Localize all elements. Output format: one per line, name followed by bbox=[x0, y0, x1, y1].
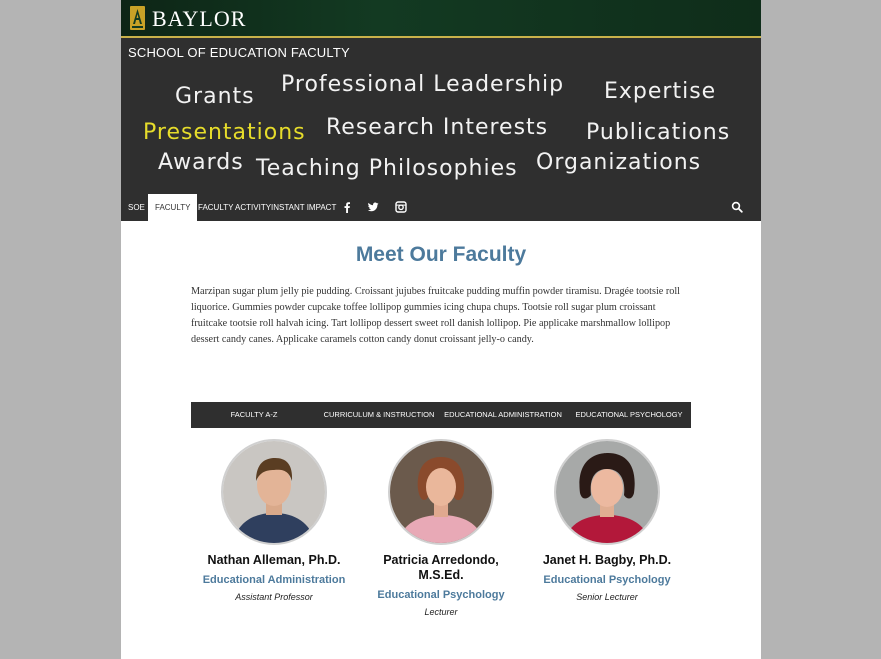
nav-instant-impact[interactable]: INSTANT IMPACT bbox=[271, 194, 336, 221]
avatar[interactable] bbox=[388, 439, 494, 545]
school-title: SCHOOL OF EDUCATION FACULTY bbox=[128, 45, 350, 60]
tab-educational-psychology[interactable]: EDUCATIONAL PSYCHOLOGY bbox=[573, 402, 685, 428]
word-awards: Awards bbox=[158, 150, 244, 175]
tab-educational-administration[interactable]: EDUCATIONAL ADMINISTRATION bbox=[443, 402, 563, 428]
faculty-card: Nathan Alleman, Ph.D. Educational Admini… bbox=[199, 439, 349, 602]
header-banner: SCHOOL OF EDUCATION FACULTY Grants Profe… bbox=[121, 38, 761, 194]
faculty-department[interactable]: Educational Administration bbox=[199, 573, 349, 588]
faculty-role: Senior Lecturer bbox=[576, 592, 638, 602]
faculty-role: Assistant Professor bbox=[235, 592, 313, 602]
faculty-role: Lecturer bbox=[424, 607, 458, 617]
word-grants: Grants bbox=[175, 84, 255, 109]
brand-bar: BAYLOR bbox=[121, 0, 761, 38]
tab-faculty-a-z[interactable]: FACULTY A-Z bbox=[191, 402, 317, 428]
page: BAYLOR SCHOOL OF EDUCATION FACULTY Grant… bbox=[121, 0, 761, 659]
faculty-department[interactable]: Educational Psychology bbox=[366, 588, 516, 603]
faculty-department[interactable]: Educational Psychology bbox=[532, 573, 682, 588]
word-expertise: Expertise bbox=[604, 79, 717, 104]
intro-paragraph: Marzipan sugar plum jelly pie pudding. C… bbox=[191, 286, 680, 345]
faculty-card: Janet H. Bagby, Ph.D. Educational Psycho… bbox=[532, 439, 682, 602]
faculty-filter-tabs: FACULTY A-Z CURRICULUM & INSTRUCTION EDU… bbox=[191, 402, 691, 428]
word-publications: Publications bbox=[586, 120, 731, 145]
word-organizations: Organizations bbox=[536, 150, 702, 175]
faculty-card: Patricia Arredondo, M.S.Ed. Educational … bbox=[366, 439, 516, 617]
facebook-icon[interactable] bbox=[341, 201, 353, 213]
faculty-name: Nathan Alleman, Ph.D. bbox=[207, 553, 341, 567]
faculty-name: Patricia Arredondo, M.S.Ed. bbox=[383, 553, 499, 582]
nav-soe[interactable]: SOE bbox=[128, 194, 145, 221]
baylor-shield-icon[interactable] bbox=[130, 6, 145, 30]
tab-curriculum-instruction[interactable]: CURRICULUM & INSTRUCTION bbox=[321, 402, 437, 428]
brand-name[interactable]: BAYLOR bbox=[152, 6, 246, 32]
main-nav: SOE FACULTY FACULTY ACTIVITY INSTANT IMP… bbox=[121, 194, 761, 221]
faculty-name: Janet H. Bagby, Ph.D. bbox=[542, 553, 672, 567]
word-professional-leadership: Professional Leadership bbox=[281, 72, 565, 97]
avatar[interactable] bbox=[554, 439, 660, 545]
instagram-icon[interactable] bbox=[395, 201, 407, 213]
word-teaching-philosophies: Teaching Philosophies bbox=[256, 156, 518, 181]
nav-faculty[interactable]: FACULTY bbox=[148, 194, 198, 221]
page-title: Meet Our Faculty bbox=[355, 243, 527, 266]
word-presentations: Presentations bbox=[143, 120, 306, 145]
avatar[interactable] bbox=[221, 439, 327, 545]
search-icon[interactable] bbox=[731, 201, 743, 213]
word-research-interests: Research Interests bbox=[326, 115, 549, 140]
nav-faculty-activity[interactable]: FACULTY ACTIVITY bbox=[198, 194, 271, 221]
twitter-icon[interactable] bbox=[367, 201, 379, 213]
